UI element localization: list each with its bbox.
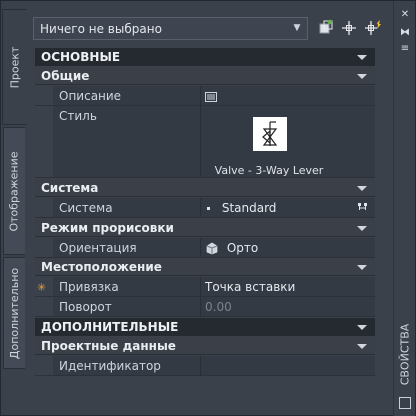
group-project-data[interactable]: Проектные данные (35, 337, 375, 355)
category-main-label: ОСНОВНЫЕ (41, 50, 121, 64)
group-system[interactable]: Система (35, 179, 375, 197)
chevron-down-icon[interactable] (357, 265, 367, 270)
style-preview-caption: Valve - 3-Way Lever (214, 164, 324, 177)
row-anchor[interactable]: ✳ Привязка Точка вставки (35, 277, 375, 297)
chevron-down-icon[interactable] (357, 55, 367, 60)
tab-project-label: Проект (8, 46, 22, 88)
row-description-value[interactable] (201, 86, 375, 105)
auto-hide-icon[interactable]: ⧓ (398, 27, 412, 39)
select-system-icon[interactable] (357, 202, 369, 213)
row-gutter: ✳ (35, 277, 51, 296)
row-orientation-label: Ориентация (53, 238, 201, 257)
row-anchor-label: Привязка (53, 277, 201, 296)
selection-dropdown-value: Ничего не выбрано (40, 22, 162, 36)
row-rotation-value: 0.00 (201, 297, 375, 316)
row-anchor-value[interactable]: Точка вставки (201, 277, 375, 296)
chevron-down-icon[interactable] (357, 325, 367, 330)
palette-side-bar: ✕ ⧓ ≡ СВОЙСТВА (393, 1, 415, 416)
group-system-label: Система (41, 181, 99, 195)
properties-menu-icon[interactable]: ≡ (398, 43, 412, 55)
tab-project[interactable]: Проект (2, 9, 27, 125)
row-rotation-label: Поворот (53, 297, 201, 316)
category-main[interactable]: ОСНОВНЫЕ (35, 48, 375, 66)
system-color-swatch (207, 207, 210, 210)
palette-settings-icon[interactable] (399, 397, 411, 409)
row-gutter (35, 297, 51, 316)
description-editor-icon[interactable] (205, 91, 217, 102)
category-extra-label: ДОПОЛНИТЕЛЬНЫЕ (41, 320, 179, 334)
row-system-value-text: Standard (221, 201, 277, 215)
select-objects-icon[interactable] (340, 19, 358, 37)
group-location[interactable]: Местоположение (35, 258, 375, 276)
group-project-data-label: Проектные данные (41, 339, 176, 353)
chevron-down-icon[interactable] (357, 74, 367, 79)
row-system[interactable]: Система Standard (35, 198, 375, 218)
group-general-label: Общие (41, 69, 90, 83)
row-identifier[interactable]: Идентификатор (35, 356, 375, 376)
row-style-label: Стиль (53, 106, 201, 177)
group-draw-mode[interactable]: Режим прорисовки (35, 219, 375, 237)
group-draw-mode-label: Режим прорисовки (41, 221, 174, 235)
valve-style-preview-icon (253, 117, 287, 151)
selection-toolbar: Ничего не выбрано ▼ (33, 17, 383, 41)
tab-display[interactable]: Отображение (3, 127, 25, 255)
chevron-down-icon[interactable]: ▼ (291, 22, 303, 34)
row-gutter (35, 198, 51, 217)
chevron-down-icon[interactable] (357, 344, 367, 349)
left-tab-strip: Проект Отображение Дополнительно (1, 9, 27, 411)
row-system-label: Система (53, 198, 201, 217)
orthographic-cube-icon (206, 242, 218, 255)
row-system-value[interactable]: Standard (201, 198, 375, 217)
row-gutter (35, 106, 51, 177)
close-icon[interactable]: ✕ (398, 9, 412, 21)
tab-extended-label: Дополнительно (8, 267, 22, 359)
row-orientation-value[interactable]: Орто (201, 238, 375, 257)
row-identifier-value[interactable] (201, 356, 375, 375)
row-orientation[interactable]: Ориентация Орто (35, 238, 375, 258)
palette-title: СВОЙСТВА (394, 319, 416, 389)
group-general[interactable]: Общие (35, 67, 375, 85)
category-extra[interactable]: ДОПОЛНИТЕЛЬНЫЕ (35, 318, 375, 336)
row-description-label: Описание (53, 86, 201, 105)
row-rotation[interactable]: Поворот 0.00 (35, 297, 375, 317)
group-location-label: Местоположение (41, 260, 162, 274)
chevron-down-icon[interactable] (357, 186, 367, 191)
property-grid: ОСНОВНЫЕ Общие Описание Стиль Система Си… (35, 48, 375, 376)
properties-palette: Проект Отображение Дополнительно Ничего … (0, 0, 416, 416)
toggle-pickadd-icon[interactable] (364, 19, 382, 37)
chevron-down-icon[interactable] (357, 226, 367, 231)
selection-dropdown[interactable]: Ничего не выбрано ▼ (33, 17, 308, 40)
palette-title-label: СВОЙСТВА (398, 323, 412, 385)
row-description[interactable]: Описание (35, 86, 375, 106)
row-orientation-value-text: Орто (226, 241, 259, 255)
tab-extended[interactable]: Дополнительно (3, 257, 25, 369)
row-identifier-label: Идентификатор (53, 356, 201, 375)
row-gutter (35, 86, 51, 105)
row-gutter (35, 238, 51, 257)
quick-select-icon[interactable] (317, 19, 335, 37)
row-gutter (35, 356, 51, 375)
anchor-star-icon: ✳ (37, 281, 47, 294)
tab-display-label: Отображение (8, 150, 21, 232)
